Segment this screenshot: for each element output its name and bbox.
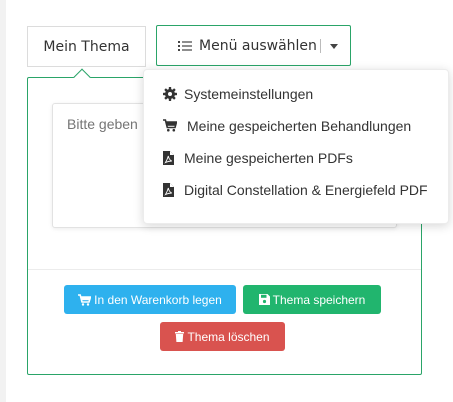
menu-item-label: Systemeinstellungen [184, 86, 314, 102]
panel-divider [28, 269, 421, 270]
pdf-icon [163, 183, 177, 197]
menu-item-digital-constellation-pdf[interactable]: Digital Constellation & Energiefeld PDF [144, 176, 448, 204]
menu-select-button[interactable]: Menü auswählen [156, 25, 351, 66]
save-icon [258, 294, 270, 305]
save-theme-label: Thema speichern [272, 292, 366, 307]
menu-separator [320, 39, 321, 53]
menu-item-systemeinstellungen[interactable]: Systemeinstellungen [144, 80, 448, 108]
gear-icon [163, 87, 177, 101]
menu-item-label: Meine gespeicherten Behandlungen [187, 118, 412, 134]
trash-icon [175, 331, 185, 342]
menu-item-gespeicherte-pdfs[interactable]: Meine gespeicherten PDFs [144, 144, 448, 172]
menu-select-label: Menü auswählen [199, 37, 317, 54]
menu-item-gespeicherte-behandlungen[interactable]: Meine gespeicherten Behandlungen [144, 112, 448, 140]
cart-icon [163, 119, 178, 133]
chevron-down-icon[interactable] [330, 44, 338, 49]
list-icon [178, 40, 192, 52]
save-theme-button[interactable]: Thema speichern [243, 285, 381, 314]
cart-icon [78, 293, 92, 306]
add-to-cart-button[interactable]: In den Warenkorb legen [64, 285, 236, 314]
pdf-icon [163, 151, 177, 165]
delete-theme-button[interactable]: Thema löschen [160, 322, 285, 351]
menu-item-label: Meine gespeicherten PDFs [184, 150, 353, 166]
menu-dropdown: Systemeinstellungen Meine gespeicherten … [143, 69, 449, 224]
add-to-cart-label: In den Warenkorb legen [94, 292, 222, 307]
page: Mein Thema Menü auswählen Bitte geben In… [0, 0, 453, 402]
tab-mein-thema[interactable]: Mein Thema [27, 26, 146, 67]
tab-label: Mein Thema [43, 38, 130, 55]
menu-item-label: Digital Constellation & Energiefeld PDF [184, 182, 428, 198]
delete-theme-label: Thema löschen [187, 329, 270, 344]
